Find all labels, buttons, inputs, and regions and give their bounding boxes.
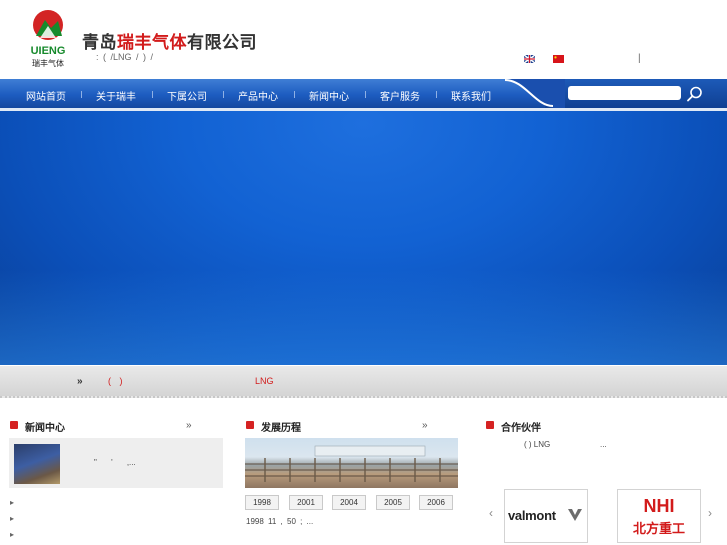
partners-description: ( ) LNG — [524, 440, 551, 449]
nav-separator — [294, 91, 295, 98]
carousel-left-arrow-icon[interactable]: ‹ — [489, 506, 493, 520]
nav-separator — [152, 91, 153, 98]
history-section-icon — [246, 421, 254, 429]
nav-item-about[interactable]: 关于瑞丰 — [96, 88, 136, 103]
nav-item-products[interactable]: 产品中心 — [238, 88, 278, 103]
language-separator: | — [638, 53, 641, 64]
year-tab-2001[interactable]: 2001 — [289, 495, 323, 510]
news-list-bullet: ▸ — [10, 514, 15, 523]
news-list-bullet: ▸ — [10, 530, 15, 539]
nav-separator — [365, 91, 366, 98]
nhi-logo-chinese: 北方重工 — [632, 522, 685, 537]
slogan: : ( /LNG / ) / — [96, 52, 154, 62]
nav-item-contact[interactable]: 联系我们 — [451, 88, 491, 103]
english-flag-icon[interactable] — [523, 54, 536, 64]
history-photo — [245, 438, 458, 488]
carousel-right-arrow-icon[interactable]: › — [708, 506, 712, 520]
company-name: 青岛瑞丰气体有限公司 — [82, 28, 257, 53]
partners-section-icon — [486, 421, 494, 429]
history-more-link[interactable]: » — [422, 420, 428, 431]
nav-separator — [223, 91, 224, 98]
year-tab-2005[interactable]: 2005 — [376, 495, 410, 510]
partner-logo-valmont[interactable]: valmont — [504, 489, 588, 543]
logo-text: UIENG — [31, 45, 66, 57]
nav-curve-decoration — [505, 79, 565, 108]
news-thumbnail[interactable] — [14, 444, 60, 484]
nav-item-home[interactable]: 网站首页 — [26, 88, 66, 103]
year-tab-2006[interactable]: 2006 — [419, 495, 453, 510]
news-more-link[interactable]: » — [186, 420, 192, 431]
nav-separator — [81, 91, 82, 98]
hero-banner-glow — [0, 270, 727, 365]
search-input[interactable] — [568, 86, 681, 100]
history-section-title: 发展历程 — [261, 423, 301, 434]
company-accent: 瑞丰气体 — [117, 33, 187, 53]
partners-ellipsis: ... — [600, 440, 607, 449]
year-tab-2004[interactable]: 2004 — [332, 495, 366, 510]
valmont-logo-text: valmont — [508, 508, 556, 523]
nav-item-subsidiaries[interactable]: 下属公司 — [167, 88, 207, 103]
news-snippet[interactable]: " ' ,... — [94, 458, 136, 467]
valmont-v-icon — [568, 509, 582, 521]
year-tab-1998[interactable]: 1998 — [245, 495, 279, 510]
notice-link[interactable]: ( ) — [108, 376, 123, 386]
nhi-logo-text: NHI — [643, 496, 675, 516]
news-section-icon — [10, 421, 18, 429]
partners-section-title: 合作伙伴 — [501, 423, 541, 434]
company-logo[interactable]: UIENG 瑞丰气体 — [25, 8, 71, 68]
logo-subtext: 瑞丰气体 — [32, 58, 64, 68]
nav-item-news[interactable]: 新闻中心 — [309, 88, 349, 103]
partner-logo-nhi[interactable]: NHI 北方重工 — [617, 489, 701, 543]
notice-marker: » — [77, 376, 83, 387]
history-description: 1998 11 , 50 ; ... — [246, 517, 314, 526]
chinese-flag-icon[interactable] — [553, 55, 564, 63]
nav-item-service[interactable]: 客户服务 — [380, 88, 420, 103]
search-icon[interactable] — [686, 85, 704, 103]
nav-separator — [436, 91, 437, 98]
company-suffix: 有限公司 — [187, 33, 257, 53]
notice-lng-link[interactable]: LNG — [255, 376, 274, 386]
news-section-title: 新闻中心 — [25, 423, 65, 434]
company-prefix: 青岛 — [82, 33, 117, 53]
news-list-bullet: ▸ — [10, 498, 15, 507]
